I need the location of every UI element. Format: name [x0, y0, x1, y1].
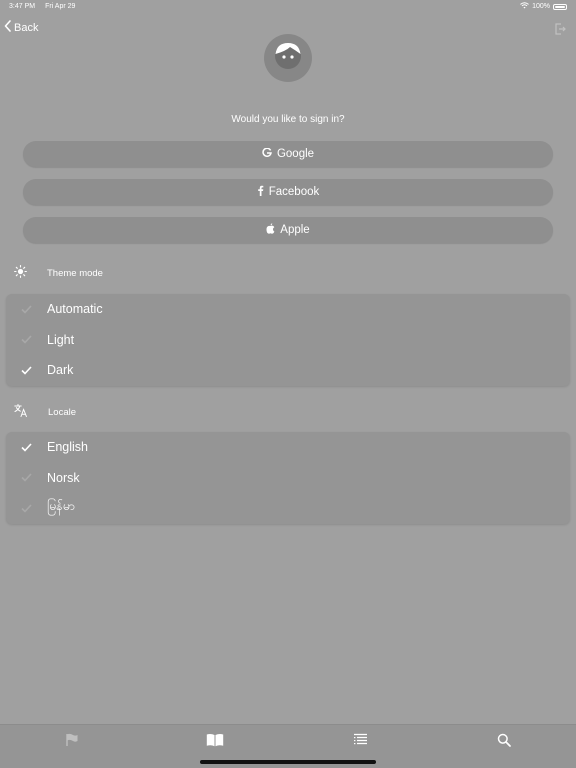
google-signin-button[interactable]: Google	[23, 141, 553, 167]
locale-header: Locale	[14, 404, 76, 420]
checkmark-icon	[21, 473, 39, 482]
checkmark-icon	[21, 443, 39, 452]
back-button[interactable]: Back	[4, 20, 38, 35]
facebook-signin-button[interactable]: Facebook	[23, 179, 553, 205]
status-bar: 3:47 PM Fri Apr 29 100%	[0, 0, 576, 14]
theme-mode-title: Theme mode	[47, 267, 103, 279]
status-time: 3:47 PM	[9, 3, 36, 10]
apple-signin-button[interactable]: Apple	[23, 217, 553, 243]
theme-option-label: Light	[47, 332, 75, 347]
tab-book[interactable]	[205, 733, 225, 751]
translate-icon	[14, 404, 28, 420]
theme-option-label: Automatic	[47, 302, 103, 317]
battery-icon	[553, 3, 567, 10]
sun-icon	[14, 265, 27, 281]
theme-option-automatic[interactable]: Automatic	[6, 294, 570, 325]
book-icon	[206, 733, 224, 752]
logout-icon	[554, 22, 566, 39]
theme-option-label: Dark	[47, 363, 74, 378]
locale-options-card: English Norsk မြန်မာ	[6, 432, 570, 524]
tab-bar	[0, 724, 576, 768]
user-face-icon	[273, 41, 303, 76]
signin-prompt: Would you like to sign in?	[231, 114, 345, 125]
tab-list[interactable]	[350, 733, 370, 751]
tab-flag[interactable]	[62, 733, 82, 751]
google-label: Google	[276, 148, 315, 160]
wifi-icon	[520, 2, 529, 11]
checkmark-icon	[21, 366, 39, 375]
locale-title: Locale	[48, 406, 76, 418]
locale-option-norsk[interactable]: Norsk	[6, 463, 570, 494]
avatar	[264, 34, 312, 82]
back-label: Back	[14, 21, 39, 34]
theme-option-light[interactable]: Light	[6, 325, 570, 356]
theme-mode-header: Theme mode	[14, 265, 103, 281]
locale-option-label: မြန်မာ	[47, 499, 75, 514]
google-icon	[262, 147, 272, 161]
locale-option-label: English	[47, 440, 88, 455]
flag-icon	[65, 733, 79, 752]
apple-icon	[266, 223, 275, 237]
home-indicator	[200, 760, 376, 764]
apple-label: Apple	[280, 224, 310, 236]
theme-option-dark[interactable]: Dark	[6, 355, 570, 386]
checkmark-icon	[21, 305, 39, 314]
facebook-icon	[257, 185, 264, 199]
search-icon	[497, 733, 511, 752]
status-date: Fri Apr 29	[45, 3, 76, 10]
logout-button[interactable]	[554, 22, 566, 40]
theme-options-card: Automatic Light Dark	[6, 294, 570, 386]
facebook-label: Facebook	[268, 186, 320, 198]
checkmark-icon	[21, 504, 39, 513]
list-icon	[353, 733, 368, 751]
locale-option-label: Norsk	[47, 470, 80, 485]
tab-search[interactable]	[494, 733, 514, 751]
chevron-left-icon	[4, 20, 11, 35]
battery-percent: 100%	[532, 3, 550, 10]
locale-option-myanmar[interactable]: မြန်မာ	[6, 493, 570, 524]
locale-option-english[interactable]: English	[6, 432, 570, 463]
checkmark-icon	[21, 335, 39, 344]
